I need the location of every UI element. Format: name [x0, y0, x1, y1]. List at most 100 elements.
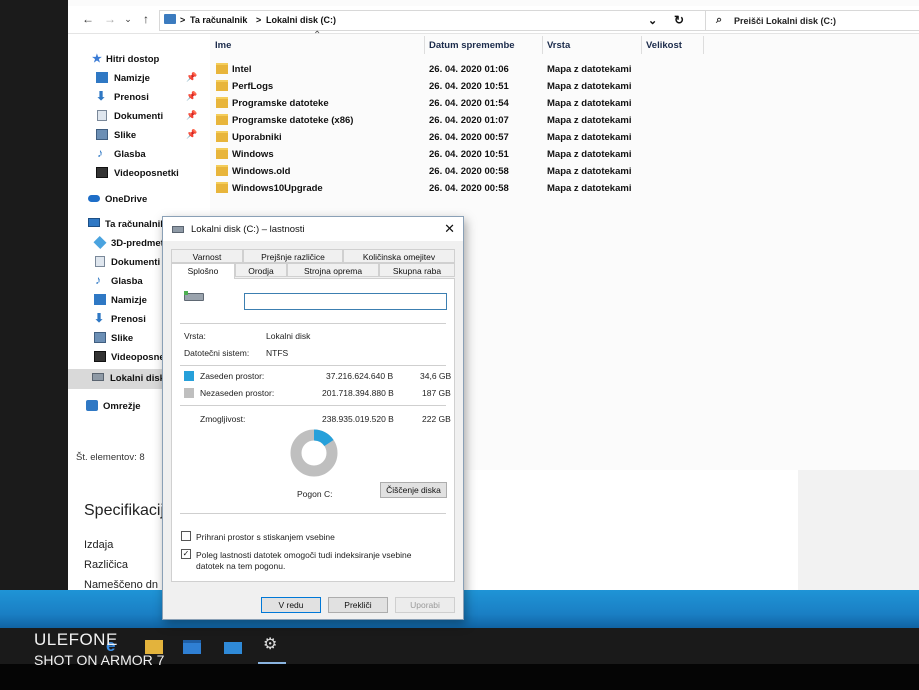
refresh-icon[interactable]: ↻: [674, 13, 684, 27]
spec-version-label: Različica: [84, 559, 129, 571]
used-space-gb: 34,6 GB: [420, 371, 452, 381]
nav-item-desktop[interactable]: Namizje 📌: [68, 70, 210, 88]
file-date: 26. 04. 2020 10:51: [429, 81, 509, 92]
file-date: 26. 04. 2020 00:57: [429, 132, 509, 143]
mail-icon[interactable]: [224, 642, 242, 654]
back-arrow-icon[interactable]: ←: [80, 12, 96, 26]
dialog-title-bar[interactable]: Lokalni disk (C:) – lastnosti ✕: [163, 217, 463, 241]
nav-label: Dokumenti: [111, 257, 161, 268]
free-space-swatch: [184, 388, 194, 398]
column-header-name[interactable]: Ime: [215, 40, 231, 51]
drive-name-field[interactable]: [244, 293, 447, 310]
nav-item-downloads[interactable]: ⬇ Prenosi 📌: [68, 89, 210, 107]
nav-onedrive[interactable]: OneDrive: [68, 191, 210, 209]
ok-button[interactable]: V redu: [261, 597, 321, 613]
type-value: Lokalni disk: [266, 331, 311, 341]
tab-tools[interactable]: Orodja: [235, 263, 287, 277]
pictures-icon: [96, 129, 108, 140]
column-header-type[interactable]: Vrsta: [547, 40, 570, 51]
tab-quota[interactable]: Količinska omejitev: [343, 249, 455, 263]
disk-cleanup-button[interactable]: Čiščenje diska: [380, 482, 447, 498]
breadcrumb-separator: >: [180, 15, 186, 25]
folder-icon: [216, 114, 228, 125]
search-input[interactable]: ⌕ Preišči Lokalni disk (C:): [705, 10, 919, 31]
breadcrumb-separator: >: [256, 15, 262, 25]
breadcrumb-local-disk[interactable]: Lokalni disk (C:): [266, 15, 336, 25]
chevron-down-icon[interactable]: ⌄: [648, 14, 657, 27]
general-tab-panel: Vrsta: Lokalni disk Datotečni sistem: NT…: [171, 278, 455, 582]
table-row[interactable]: PerfLogs 26. 04. 2020 10:51 Mapa z datotek…: [214, 78, 674, 95]
nav-label: 3D-predmeti: [111, 238, 167, 249]
nav-label: Hitri dostop: [106, 54, 160, 65]
divider: [180, 323, 446, 324]
column-divider: [424, 36, 425, 54]
table-row[interactable]: Intel 26. 04. 2020 01:06 Mapa z datotekami: [214, 61, 674, 78]
nav-item-documents[interactable]: Dokumenti 📌: [68, 108, 210, 126]
table-row[interactable]: Windows.old 26. 04. 2020 00:58 Mapa z dato…: [214, 163, 674, 180]
disk-usage-donut: [290, 429, 338, 477]
folder-icon: [216, 80, 228, 91]
apply-button[interactable]: Uporabi: [395, 597, 455, 613]
compress-label: Prihrani prostor s stiskanjem vsebine: [196, 532, 335, 542]
folder-icon: [216, 63, 228, 74]
cancel-button[interactable]: Prekliči: [328, 597, 388, 613]
nav-label: Prenosi: [111, 314, 146, 325]
music-note-icon: ♪: [95, 273, 101, 287]
file-name: Windows: [232, 149, 274, 160]
column-header-size[interactable]: Velikost: [646, 40, 682, 51]
capacity-gb: 222 GB: [422, 414, 451, 424]
network-icon: [86, 400, 98, 411]
video-icon: [96, 167, 108, 178]
file-name: Windows10Upgrade: [232, 183, 323, 194]
store-icon[interactable]: [183, 640, 201, 654]
pin-icon[interactable]: 📌: [186, 129, 197, 140]
filesystem-value: NTFS: [266, 348, 289, 358]
download-arrow-icon: ⬇: [96, 89, 107, 103]
table-row[interactable]: Programske datoteke (x86) 26. 04. 2020 01…: [214, 112, 674, 129]
tab-previous-versions[interactable]: Prejšnje različice: [243, 249, 343, 263]
divider: [180, 405, 446, 406]
pin-icon[interactable]: 📌: [186, 110, 197, 121]
tab-hardware[interactable]: Strojna oprema: [287, 263, 379, 277]
tab-sharing[interactable]: Skupna raba: [379, 263, 455, 277]
desktop-icon: [96, 72, 108, 83]
file-type: Mapa z datotekami: [547, 166, 632, 177]
search-icon: ⌕: [716, 14, 723, 26]
column-header-date[interactable]: Datum spremembe: [429, 40, 515, 51]
settings-gear-icon[interactable]: ⚙: [263, 636, 281, 654]
tab-general[interactable]: Splošno: [171, 263, 235, 279]
recent-chevron-icon[interactable]: ⌄: [120, 14, 136, 25]
compress-checkbox[interactable]: [181, 531, 191, 541]
pin-icon[interactable]: 📌: [186, 91, 197, 102]
computer-icon: [164, 14, 176, 24]
close-icon[interactable]: ✕: [444, 221, 455, 237]
nav-item-music[interactable]: ♪ Glasba: [68, 146, 210, 164]
tab-security[interactable]: Varnost: [171, 249, 243, 263]
file-name: Windows.old: [232, 166, 291, 177]
nav-item-pictures[interactable]: Slike 📌: [68, 127, 210, 145]
table-row[interactable]: Programske datoteke 26. 04. 2020 01:54 Map…: [214, 95, 674, 112]
address-bar[interactable]: > Ta računalnik > Lokalni disk (C:) ⌄ ↻: [159, 10, 764, 31]
file-date: 26. 04. 2020 00:58: [429, 183, 509, 194]
nav-label: Namizje: [111, 295, 147, 306]
table-row[interactable]: Windows 26. 04. 2020 10:51 Mapa z datoteka…: [214, 146, 674, 163]
file-name: PerfLogs: [232, 81, 274, 92]
pictures-icon: [94, 332, 106, 343]
music-note-icon: ♪: [97, 146, 103, 160]
drive-icon: [92, 373, 104, 381]
up-arrow-icon[interactable]: ↑: [138, 12, 154, 26]
column-divider: [542, 36, 543, 54]
folder-icon: [216, 165, 228, 176]
breadcrumb-this-pc[interactable]: Ta računalnik: [190, 15, 247, 25]
drive-icon: [172, 226, 184, 233]
nav-label: Slike: [111, 333, 134, 344]
pin-icon[interactable]: 📌: [186, 72, 197, 83]
download-arrow-icon: ⬇: [94, 311, 105, 325]
table-row[interactable]: Uporabniki 26. 04. 2020 00:57 Mapa z datot…: [214, 129, 674, 146]
table-row[interactable]: Windows10Upgrade 26. 04. 2020 00:58 Mapa z…: [214, 180, 674, 197]
index-checkbox[interactable]: ✓: [181, 549, 191, 559]
forward-arrow-icon[interactable]: →: [102, 12, 118, 26]
file-date: 26. 04. 2020 00:58: [429, 166, 509, 177]
nav-quick-access[interactable]: ★ Hitri dostop: [68, 51, 210, 69]
nav-item-videos[interactable]: Videoposnetki: [68, 165, 210, 183]
